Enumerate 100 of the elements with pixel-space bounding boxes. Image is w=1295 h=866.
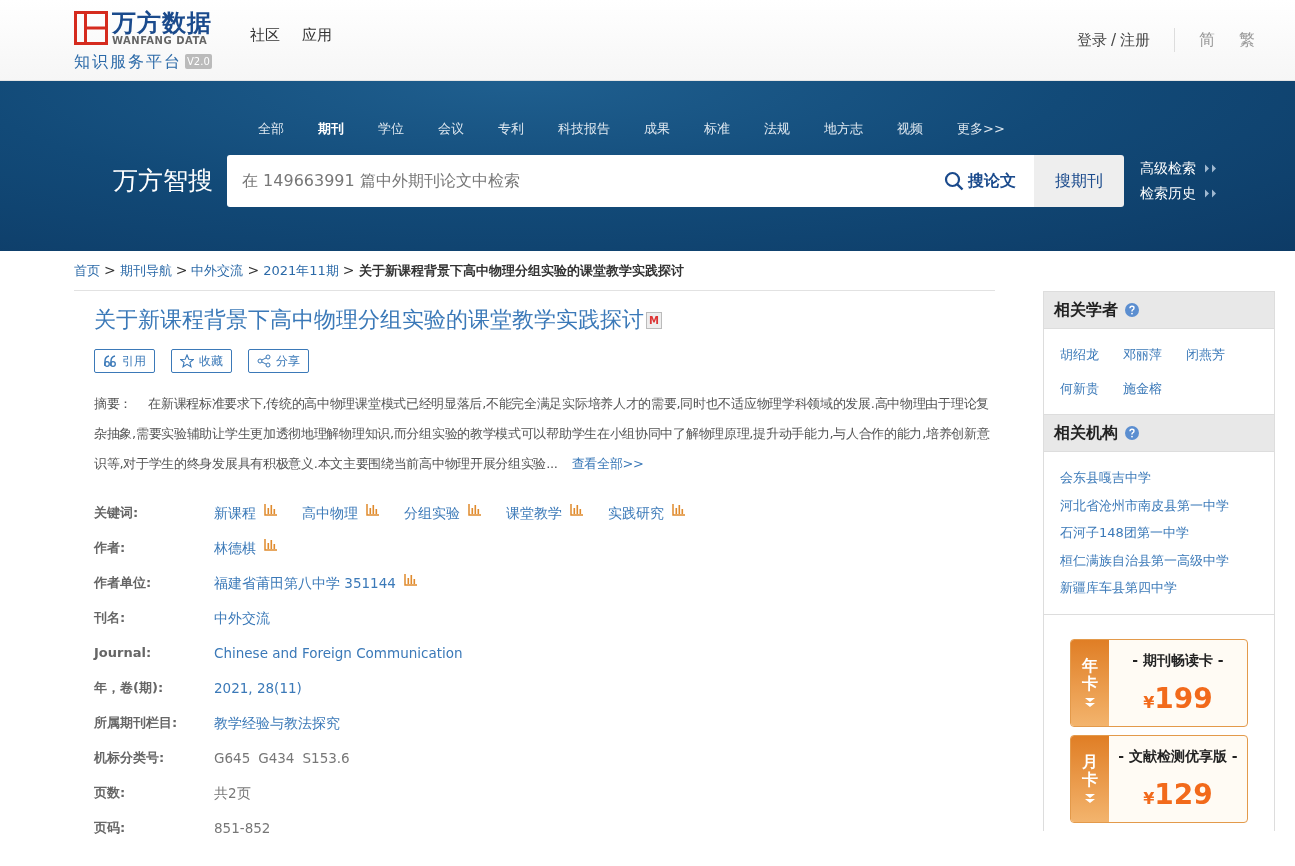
- panel-link[interactable]: 闭燕芳: [1186, 345, 1225, 365]
- search-tab[interactable]: 科技报告: [541, 119, 627, 139]
- field-link[interactable]: 教学经验与教法探究: [214, 712, 340, 733]
- bar-chart-icon: [366, 502, 380, 516]
- double-down-arrow-icon: [1084, 697, 1096, 709]
- share-button[interactable]: 分享: [248, 349, 309, 374]
- field-label: 作者:: [94, 539, 127, 558]
- logo-mark-icon: [74, 11, 108, 45]
- logo-text: 万方数据: [112, 10, 212, 35]
- field-link[interactable]: 2021, 28(11): [214, 677, 302, 698]
- panel-link[interactable]: 胡绍龙: [1060, 345, 1099, 365]
- card-title: - 期刊畅读卡 -: [1132, 651, 1224, 671]
- search-tab[interactable]: 法规: [747, 119, 807, 139]
- search-tab[interactable]: 标准: [687, 119, 747, 139]
- nav-link[interactable]: 应用: [302, 24, 332, 47]
- field-value: G645: [214, 748, 251, 768]
- field-link[interactable]: 实践研究: [608, 502, 664, 523]
- panel-link[interactable]: 石河子148团第一中学: [1060, 523, 1258, 543]
- bar-chart-icon: [264, 502, 278, 516]
- search-tab[interactable]: 视频: [880, 119, 940, 139]
- price: 199: [1154, 684, 1213, 713]
- panel-link[interactable]: 何新贵: [1060, 378, 1099, 398]
- search-tab[interactable]: 期刊: [301, 119, 361, 139]
- field-link[interactable]: 高中物理: [302, 502, 358, 523]
- search-brand: 万方智搜: [112, 164, 214, 197]
- panel-title: 相关机构: [1054, 422, 1118, 444]
- panel-link[interactable]: 施金榕: [1123, 378, 1162, 398]
- view-all-link[interactable]: 查看全部>>: [571, 456, 644, 472]
- double-arrow-icon: [1204, 163, 1218, 173]
- abstract-label: 摘要：: [94, 396, 133, 412]
- panel-link[interactable]: 邓丽萍: [1123, 345, 1162, 365]
- nav-link[interactable]: 社区: [250, 24, 280, 47]
- field-link[interactable]: 分组实验: [404, 502, 460, 523]
- breadcrumb-link[interactable]: 期刊导航: [119, 260, 172, 281]
- cite-button[interactable]: 引用: [94, 349, 155, 374]
- bar-chart-icon: [403, 572, 418, 586]
- double-down-arrow-icon: [1084, 793, 1096, 805]
- search-tab[interactable]: 专利: [481, 119, 541, 139]
- panel-link[interactable]: 会东县嘎吉中学: [1060, 468, 1258, 488]
- separator: /: [1110, 29, 1116, 51]
- search-tab[interactable]: 学位: [361, 119, 421, 139]
- help-icon: [1125, 303, 1139, 317]
- breadcrumb-link[interactable]: 中外交流: [191, 260, 244, 281]
- field-value: G434: [258, 748, 295, 768]
- search-tab[interactable]: 成果: [627, 119, 687, 139]
- breadcrumb-link[interactable]: 2021年11期: [263, 260, 339, 281]
- field-label: 年，卷(期):: [94, 679, 165, 698]
- field-link[interactable]: 课堂教学: [506, 502, 562, 523]
- search-journals-button[interactable]: 搜期刊: [1034, 154, 1124, 207]
- membership-card[interactable]: 年卡 - 期刊畅读卡 - ¥199: [1070, 638, 1248, 727]
- field-label: 页数:: [94, 784, 127, 803]
- field-value: 共2页: [214, 783, 251, 803]
- field-link[interactable]: 新课程: [214, 502, 256, 523]
- search-tab[interactable]: 全部: [241, 119, 301, 139]
- field-link[interactable]: 林德棋: [214, 537, 256, 558]
- price: 129: [1154, 780, 1213, 809]
- panel-link[interactable]: 新疆库车县第四中学: [1060, 578, 1258, 598]
- help-icon: [1125, 426, 1139, 440]
- breadcrumb-separator: >: [247, 261, 260, 280]
- bar-chart-icon: [570, 502, 584, 516]
- search-icon: [944, 170, 964, 191]
- panel-link[interactable]: 河北省沧州市南皮县第一中学: [1060, 495, 1258, 515]
- search-tab[interactable]: 会议: [421, 119, 481, 139]
- card-title: - 文献检测优享版 -: [1118, 747, 1238, 767]
- currency-symbol: ¥: [1143, 692, 1155, 714]
- breadcrumb-separator: >: [342, 261, 355, 280]
- breadcrumb-separator: >: [175, 261, 188, 280]
- search-option-link[interactable]: 高级检索: [1140, 157, 1196, 179]
- panel-link[interactable]: 桓仁满族自治县第一高级中学: [1060, 550, 1258, 570]
- field-link[interactable]: 中外交流: [214, 607, 270, 628]
- field-label: 页码:: [94, 819, 127, 838]
- share-icon: [257, 354, 271, 369]
- breadcrumb-link[interactable]: 首页: [74, 260, 100, 281]
- field-label: 作者单位:: [94, 574, 153, 593]
- favorite-button[interactable]: 收藏: [171, 349, 232, 374]
- login-link[interactable]: 登录: [1076, 28, 1107, 52]
- search-tab[interactable]: 更多>>: [940, 119, 1022, 139]
- card-tag: 年卡: [1082, 656, 1098, 694]
- bar-chart-icon: [264, 537, 278, 551]
- platform-name: 知识服务平台: [74, 50, 182, 73]
- search-field[interactable]: 在 149663991 篇中外期刊论文中检索: [227, 154, 926, 207]
- search-option-link[interactable]: 检索历史: [1140, 182, 1196, 204]
- register-link[interactable]: 注册: [1120, 28, 1150, 52]
- card-tag: 月卡: [1082, 752, 1098, 790]
- version-badge: V2.0: [185, 54, 212, 69]
- search-papers-button[interactable]: 搜论文: [926, 154, 1034, 207]
- star-icon: [180, 354, 194, 369]
- quote-icon: [103, 354, 117, 369]
- field-label: 关键词:: [94, 504, 140, 523]
- field-label: 机标分类号:: [94, 749, 166, 768]
- search-tab[interactable]: 地方志: [807, 119, 880, 139]
- panel-title: 相关学者: [1054, 299, 1118, 321]
- field-link[interactable]: 福建省莆田第八中学 351144: [214, 572, 396, 593]
- field-link[interactable]: Chinese and Foreign Communication: [214, 642, 463, 663]
- field-value: 851-852: [214, 818, 271, 838]
- membership-card[interactable]: 月卡 - 文献检测优享版 - ¥129: [1070, 734, 1248, 823]
- breadcrumb-link[interactable]: 关于新课程背景下高中物理分组实验的课堂教学实践探讨: [358, 260, 684, 281]
- breadcrumb-separator: >: [104, 261, 116, 280]
- field-value: S153.6: [302, 748, 350, 768]
- field-label: Journal:: [94, 644, 153, 663]
